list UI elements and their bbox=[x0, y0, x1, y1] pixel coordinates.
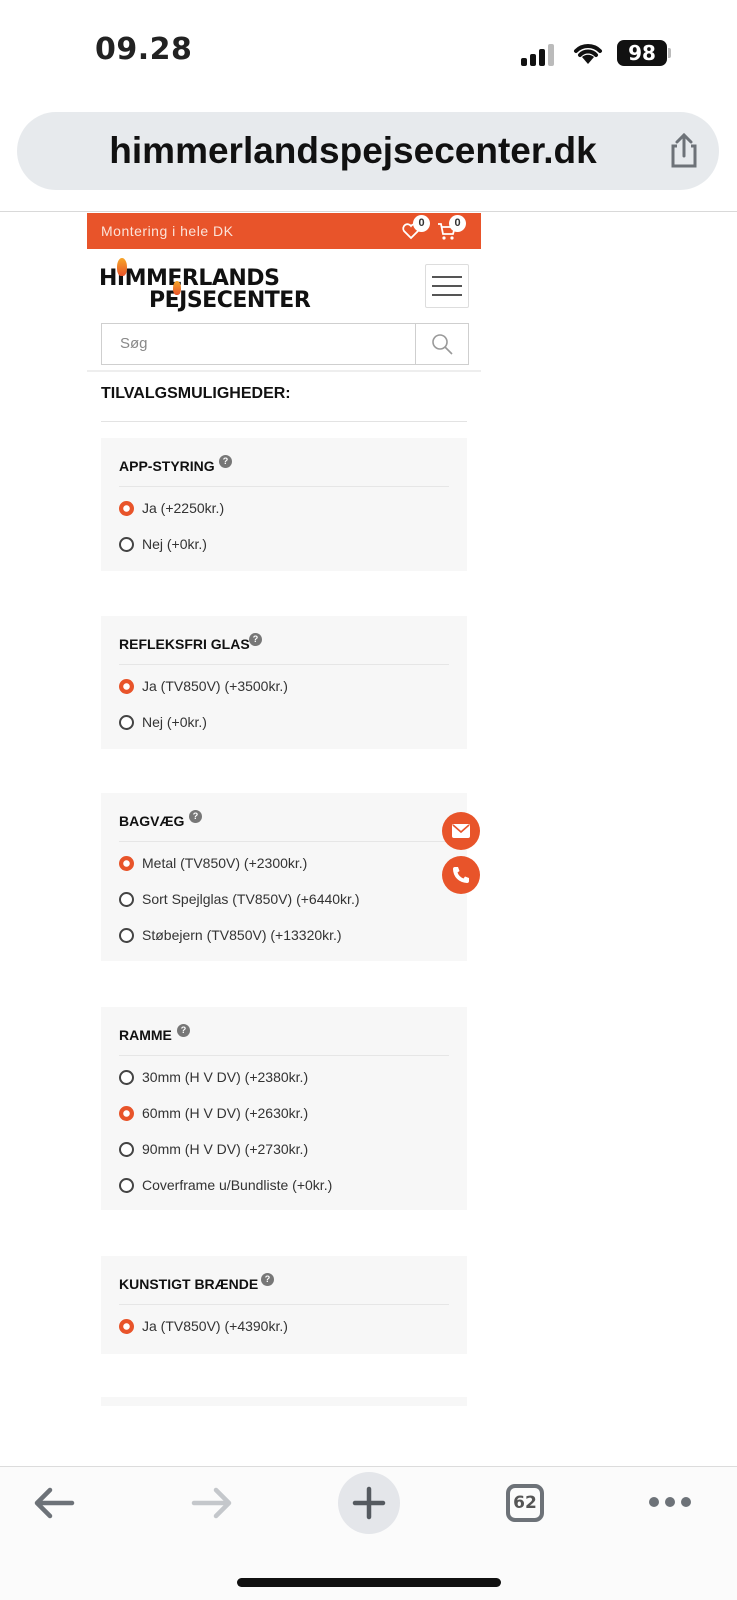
radio-option[interactable]: Ja (TV850V) (+3500kr.) bbox=[119, 676, 288, 696]
radio-unselected-icon[interactable] bbox=[119, 1141, 134, 1157]
option-group-app-styring: APP-STYRING ? Ja (+2250kr.) Nej (+0kr.) bbox=[101, 438, 467, 571]
group-title: KUNSTIGT BRÆNDE bbox=[119, 1276, 259, 1292]
menu-button[interactable] bbox=[425, 264, 469, 308]
help-icon[interactable]: ? bbox=[261, 1273, 274, 1286]
share-icon[interactable] bbox=[665, 132, 703, 170]
option-label[interactable]: Sort Spejlglas (TV850V) (+6440kr.) bbox=[142, 891, 360, 907]
group-rule bbox=[119, 1304, 449, 1305]
radio-unselected-icon[interactable] bbox=[119, 927, 134, 943]
status-time: 09.28 bbox=[95, 32, 193, 67]
radio-option[interactable]: Ja (TV850V) (+4390kr.) bbox=[119, 1316, 288, 1336]
radio-unselected-icon[interactable] bbox=[119, 1177, 134, 1193]
radio-option[interactable]: Ja (+2250kr.) bbox=[119, 498, 224, 518]
browser-divider bbox=[0, 211, 737, 212]
battery-level: 98 bbox=[617, 40, 667, 66]
option-label[interactable]: Metal (TV850V) (+2300kr.) bbox=[142, 855, 307, 871]
plus-icon bbox=[352, 1486, 386, 1520]
phone-button[interactable] bbox=[442, 856, 480, 894]
radio-option[interactable]: Nej (+0kr.) bbox=[119, 534, 207, 554]
more-icon[interactable] bbox=[648, 1495, 692, 1509]
radio-selected-icon[interactable] bbox=[119, 678, 134, 694]
options-heading: TILVALGSMULIGHEDER: bbox=[101, 385, 291, 402]
group-title: APP-STYRING bbox=[119, 458, 215, 474]
group-title: RAMME bbox=[119, 1027, 172, 1043]
option-label[interactable]: Nej (+0kr.) bbox=[142, 714, 207, 730]
envelope-icon bbox=[452, 824, 470, 838]
search-button[interactable] bbox=[415, 324, 469, 364]
option-label[interactable]: 30mm (H V DV) (+2380kr.) bbox=[142, 1069, 308, 1085]
group-rule bbox=[119, 664, 449, 665]
search-placeholder: Søg bbox=[120, 335, 148, 352]
help-icon[interactable]: ? bbox=[219, 455, 232, 468]
group-rule bbox=[119, 1055, 449, 1056]
radio-option[interactable]: 90mm (H V DV) (+2730kr.) bbox=[119, 1139, 308, 1159]
radio-selected-icon[interactable] bbox=[119, 1318, 134, 1334]
site-logo[interactable]: HIMMERLANDS PEJSECENTER bbox=[99, 258, 311, 316]
radio-option[interactable]: 60mm (H V DV) (+2630kr.) bbox=[119, 1103, 308, 1123]
radio-selected-icon[interactable] bbox=[119, 1105, 134, 1121]
help-icon[interactable]: ? bbox=[177, 1024, 190, 1037]
search-input[interactable]: Søg bbox=[101, 323, 469, 365]
radio-selected-icon[interactable] bbox=[119, 500, 134, 516]
site-topbar: Montering i hele DK 0 0 bbox=[87, 213, 481, 249]
option-group-ramme: RAMME ? 30mm (H V DV) (+2380kr.) 60mm (H… bbox=[101, 1007, 467, 1210]
search-icon bbox=[432, 334, 453, 355]
radio-unselected-icon[interactable] bbox=[119, 714, 134, 730]
new-tab-button[interactable] bbox=[338, 1472, 400, 1534]
home-indicator bbox=[237, 1578, 501, 1587]
help-icon[interactable]: ? bbox=[189, 810, 202, 823]
back-arrow-icon[interactable] bbox=[32, 1485, 76, 1521]
option-group-kunstigt-braende: KUNSTIGT BRÆNDE ? Ja (TV850V) (+4390kr.) bbox=[101, 1256, 467, 1354]
tabs-count-button[interactable]: 62 bbox=[506, 1484, 544, 1522]
email-button[interactable] bbox=[442, 812, 480, 850]
cart-count-badge: 0 bbox=[449, 215, 466, 232]
option-label[interactable]: Ja (+2250kr.) bbox=[142, 500, 224, 516]
radio-unselected-icon[interactable] bbox=[119, 1069, 134, 1085]
group-title: BAGVÆG bbox=[119, 813, 185, 829]
option-label[interactable]: 60mm (H V DV) (+2630kr.) bbox=[142, 1105, 308, 1121]
option-label[interactable]: Ja (TV850V) (+4390kr.) bbox=[142, 1318, 288, 1334]
radio-option[interactable]: Metal (TV850V) (+2300kr.) bbox=[119, 853, 307, 873]
options-heading-rule bbox=[101, 421, 467, 422]
help-icon[interactable]: ? bbox=[249, 633, 262, 646]
radio-selected-icon[interactable] bbox=[119, 855, 134, 871]
url-text[interactable]: himmerlandspejsecenter.dk bbox=[33, 112, 673, 190]
option-label[interactable]: Nej (+0kr.) bbox=[142, 536, 207, 552]
option-label[interactable]: Coverframe u/Bundliste (+0kr.) bbox=[142, 1177, 332, 1193]
flame-icon bbox=[173, 281, 181, 295]
group-title: REFLEKSFRI GLAS bbox=[119, 636, 250, 652]
group-rule bbox=[119, 486, 449, 487]
flame-icon bbox=[117, 258, 127, 276]
option-label[interactable]: Støbejern (TV850V) (+13320kr.) bbox=[142, 927, 342, 943]
address-bar[interactable]: himmerlandspejsecenter.dk bbox=[17, 112, 719, 190]
wishlist-count-badge: 0 bbox=[413, 215, 430, 232]
radio-option[interactable]: Nej (+0kr.) bbox=[119, 712, 207, 732]
option-group-refleksfri-glas: REFLEKSFRI GLAS ? Ja (TV850V) (+3500kr.)… bbox=[101, 616, 467, 749]
cellular-signal-icon bbox=[521, 44, 559, 66]
header-divider bbox=[87, 370, 481, 372]
option-group-partial bbox=[101, 1397, 467, 1406]
radio-option[interactable]: Sort Spejlglas (TV850V) (+6440kr.) bbox=[119, 889, 360, 909]
radio-option[interactable]: Coverframe u/Bundliste (+0kr.) bbox=[119, 1175, 332, 1195]
wifi-icon bbox=[574, 44, 602, 64]
phone-icon bbox=[453, 867, 469, 883]
option-label[interactable]: Ja (TV850V) (+3500kr.) bbox=[142, 678, 288, 694]
topbar-text: Montering i hele DK bbox=[101, 223, 234, 239]
forward-arrow-icon[interactable] bbox=[190, 1485, 234, 1521]
radio-option[interactable]: 30mm (H V DV) (+2380kr.) bbox=[119, 1067, 308, 1087]
radio-unselected-icon[interactable] bbox=[119, 891, 134, 907]
group-rule bbox=[119, 841, 449, 842]
option-group-bagvaeg: BAGVÆG ? Metal (TV850V) (+2300kr.) Sort … bbox=[101, 793, 467, 961]
battery-tip bbox=[668, 48, 671, 58]
option-label[interactable]: 90mm (H V DV) (+2730kr.) bbox=[142, 1141, 308, 1157]
radio-option[interactable]: Støbejern (TV850V) (+13320kr.) bbox=[119, 925, 342, 945]
radio-unselected-icon[interactable] bbox=[119, 536, 134, 552]
